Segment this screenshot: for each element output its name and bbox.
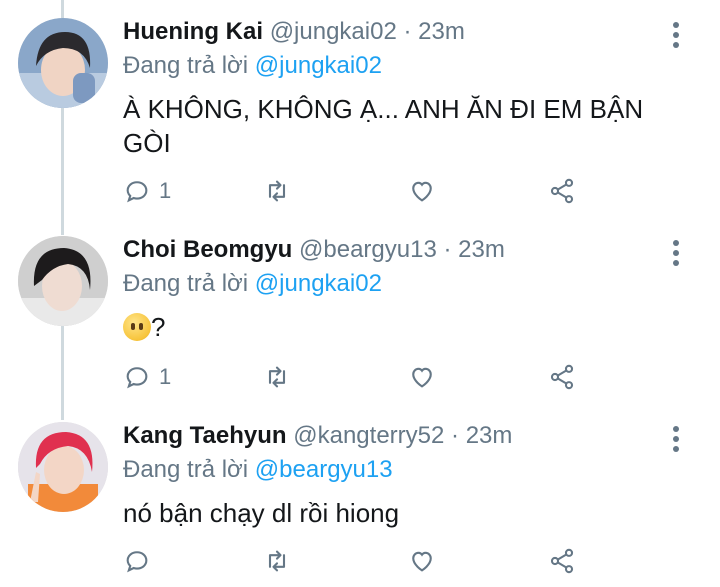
- reply-icon: [126, 181, 148, 203]
- tweet-text: nó bận chạy dl rồi hiong: [123, 498, 400, 528]
- tweet-actions: 1: [123, 362, 593, 392]
- more-options-icon[interactable]: [672, 22, 680, 52]
- share-button[interactable]: [548, 362, 576, 392]
- separator: ·: [403, 18, 412, 45]
- retweet-icon: [268, 550, 286, 572]
- timestamp[interactable]: 23m: [466, 422, 513, 449]
- reply-icon: [126, 367, 148, 389]
- tweet-actions: 1: [123, 176, 593, 206]
- reply-context: Đang trả lời @beargyu13: [123, 456, 660, 484]
- heart-icon: [412, 367, 432, 388]
- avatar[interactable]: [18, 422, 108, 512]
- reply-prefix: Đang trả lời: [123, 456, 249, 483]
- display-name[interactable]: Choi Beomgyu: [123, 236, 292, 263]
- share-icon: [550, 548, 574, 574]
- tweet-text: À KHÔNG, KHÔNG Ạ... ANH ĂN ĐI EM BẬN GÒI: [123, 94, 644, 158]
- reply-button[interactable]: 1: [123, 362, 171, 392]
- reply-context: Đang trả lời @jungkai02: [123, 270, 660, 298]
- user-handle[interactable]: @kangterry52: [293, 422, 444, 449]
- reply-prefix: Đang trả lời: [123, 270, 249, 297]
- no-mouth-emoji-icon: [123, 313, 151, 341]
- like-button[interactable]: [408, 362, 436, 392]
- reply-button[interactable]: 1: [123, 176, 171, 206]
- timestamp[interactable]: 23m: [458, 236, 505, 263]
- share-icon: [550, 178, 574, 204]
- reply-to-link[interactable]: @jungkai02: [255, 270, 382, 297]
- heart-icon: [412, 551, 432, 572]
- reply-prefix: Đang trả lời: [123, 52, 249, 79]
- avatar[interactable]: [18, 236, 108, 326]
- more-options-icon[interactable]: [672, 426, 680, 456]
- display-name[interactable]: Huening Kai: [123, 18, 263, 45]
- heart-icon: [412, 181, 432, 202]
- reply-button[interactable]: [123, 546, 159, 576]
- avatar[interactable]: [18, 18, 108, 108]
- thread-line: [61, 0, 64, 18]
- user-handle[interactable]: @beargyu13: [299, 236, 437, 263]
- like-button[interactable]: [408, 546, 436, 576]
- reply-context: Đang trả lời @jungkai02: [123, 52, 660, 80]
- like-button[interactable]: [408, 176, 436, 206]
- retweet-icon: [268, 180, 286, 202]
- tweet-actions: [123, 546, 593, 576]
- retweet-button[interactable]: [263, 362, 291, 392]
- share-icon: [550, 364, 574, 390]
- separator: ·: [443, 236, 452, 263]
- separator: ·: [451, 422, 460, 449]
- tweet-text: ?: [123, 310, 660, 344]
- reply-count: 1: [159, 364, 172, 389]
- share-button[interactable]: [548, 176, 576, 206]
- more-options-icon[interactable]: [672, 240, 680, 270]
- retweet-button[interactable]: [263, 176, 291, 206]
- reply-to-link[interactable]: @beargyu13: [255, 456, 393, 483]
- reply-icon: [126, 551, 148, 573]
- share-button[interactable]: [548, 546, 576, 576]
- user-handle[interactable]: @jungkai02: [270, 18, 397, 45]
- timestamp[interactable]: 23m: [418, 18, 465, 45]
- retweet-icon: [268, 366, 286, 388]
- reply-to-link[interactable]: @jungkai02: [255, 52, 382, 79]
- tweet-text-suffix: ?: [151, 312, 166, 342]
- display-name[interactable]: Kang Taehyun: [123, 422, 287, 449]
- reply-count: 1: [159, 178, 172, 203]
- retweet-button[interactable]: [263, 546, 291, 576]
